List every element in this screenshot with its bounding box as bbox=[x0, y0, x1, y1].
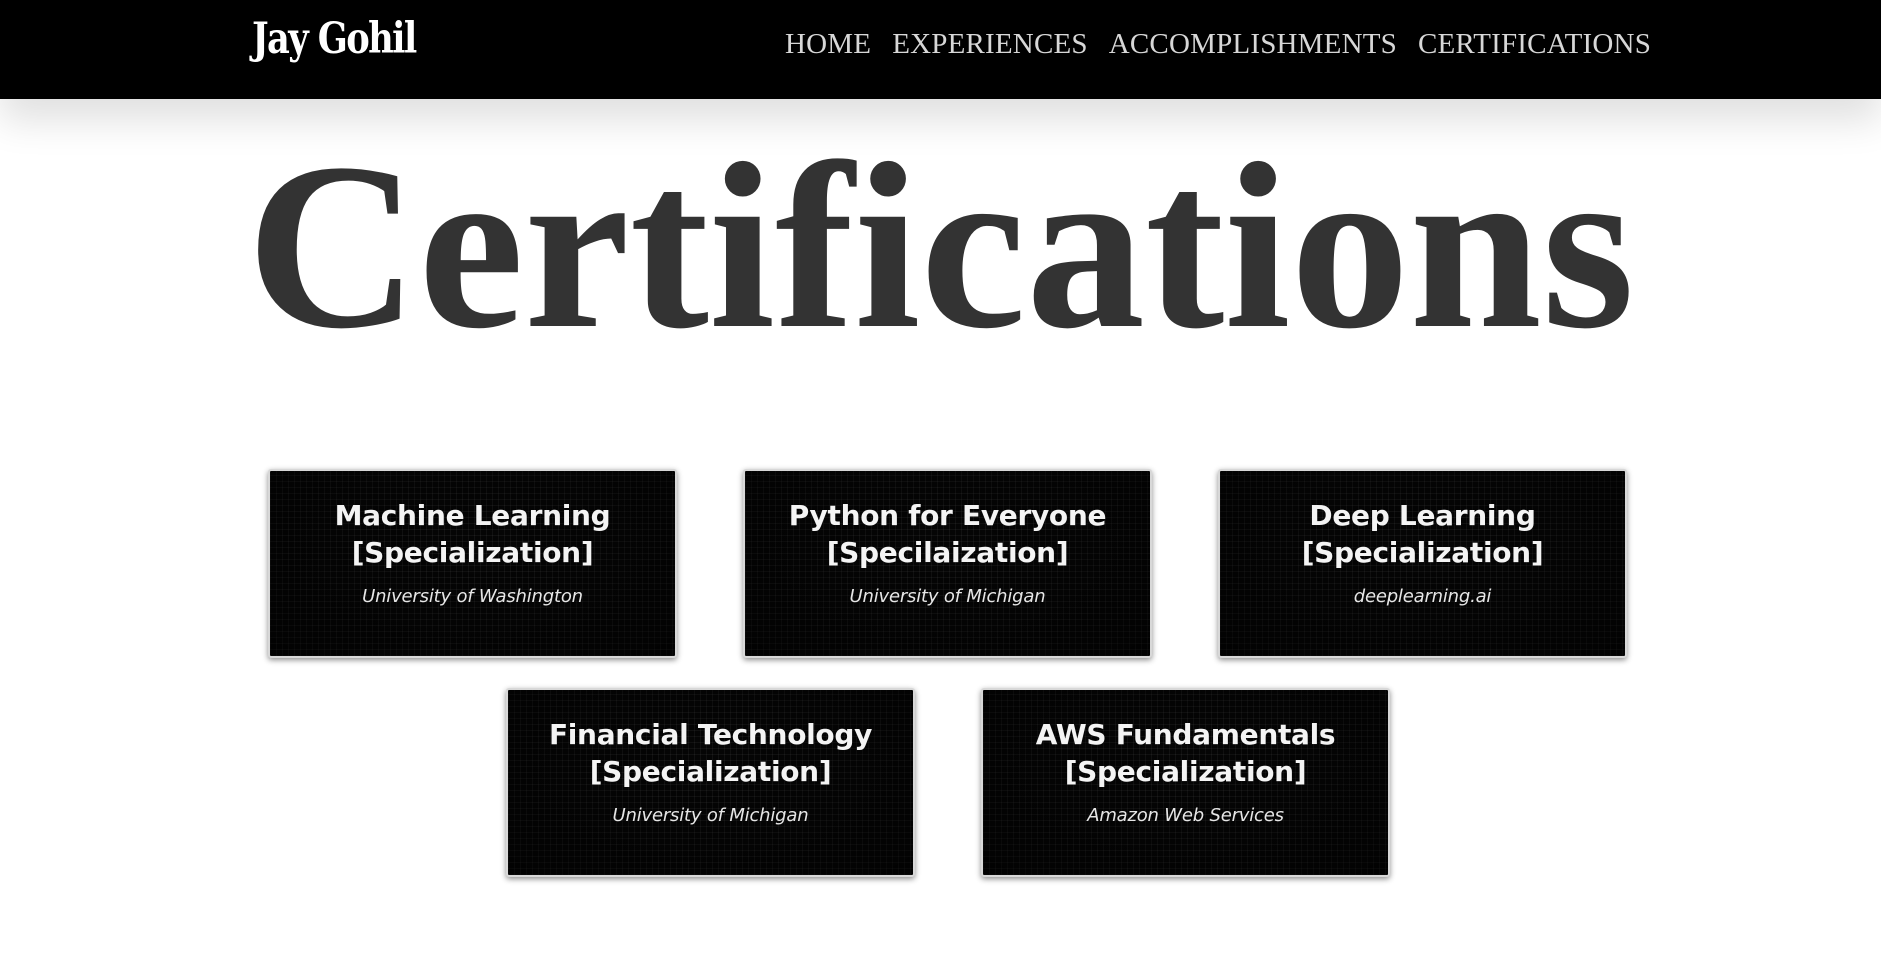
certification-card-python[interactable]: Python for Everyone [Specilaization] Uni… bbox=[743, 469, 1152, 658]
card-organization: University of Washington bbox=[362, 586, 583, 607]
nav-menu: HOME EXPERIENCES ACCOMPLISHMENTS CERTIFI… bbox=[785, 28, 1651, 61]
card-title-line1: Python for Everyone bbox=[788, 499, 1107, 532]
card-title: Machine Learning [Specialization] bbox=[290, 497, 655, 571]
certification-card-machine-learning[interactable]: Machine Learning [Specialization] Univer… bbox=[268, 469, 677, 658]
card-title-line1: Deep Learning bbox=[1309, 499, 1536, 532]
card-title-line2: [Specialization] bbox=[351, 536, 594, 569]
card-title-line2: [Specialization] bbox=[589, 755, 832, 788]
card-title-line2: [Specialization] bbox=[1064, 755, 1307, 788]
nav-link-accomplishments[interactable]: ACCOMPLISHMENTS bbox=[1109, 28, 1397, 61]
certification-card-deep-learning[interactable]: Deep Learning [Specialization] deeplearn… bbox=[1218, 469, 1627, 658]
card-title: AWS Fundamentals [Specialization] bbox=[1003, 716, 1368, 790]
card-title: Python for Everyone [Specilaization] bbox=[765, 497, 1130, 571]
card-organization: University of Michigan bbox=[849, 586, 1046, 607]
card-title-line2: [Specialization] bbox=[1301, 536, 1544, 569]
page-title: Certifications bbox=[246, 115, 1635, 378]
card-title: Deep Learning [Specialization] bbox=[1240, 497, 1605, 571]
nav-link-experiences[interactable]: EXPERIENCES bbox=[892, 28, 1088, 61]
card-title-line1: Machine Learning bbox=[334, 499, 611, 532]
brand-logo[interactable]: Jay Gohil bbox=[252, 14, 417, 64]
top-navbar: Jay Gohil HOME EXPERIENCES ACCOMPLISHMEN… bbox=[0, 0, 1881, 99]
card-title-line2: [Specilaization] bbox=[826, 536, 1069, 569]
card-title: Financial Technology [Specialization] bbox=[528, 716, 893, 790]
card-title-line1: AWS Fundamentals bbox=[1035, 718, 1336, 751]
card-organization: Amazon Web Services bbox=[1087, 805, 1284, 826]
nav-link-home[interactable]: HOME bbox=[785, 28, 871, 61]
card-title-line1: Financial Technology bbox=[548, 718, 873, 751]
certification-card-aws[interactable]: AWS Fundamentals [Specialization] Amazon… bbox=[981, 688, 1390, 877]
nav-link-certifications[interactable]: CERTIFICATIONS bbox=[1418, 28, 1651, 61]
card-organization: University of Michigan bbox=[612, 805, 809, 826]
certification-card-financial-technology[interactable]: Financial Technology [Specialization] Un… bbox=[506, 688, 915, 877]
card-organization: deeplearning.ai bbox=[1353, 586, 1492, 607]
